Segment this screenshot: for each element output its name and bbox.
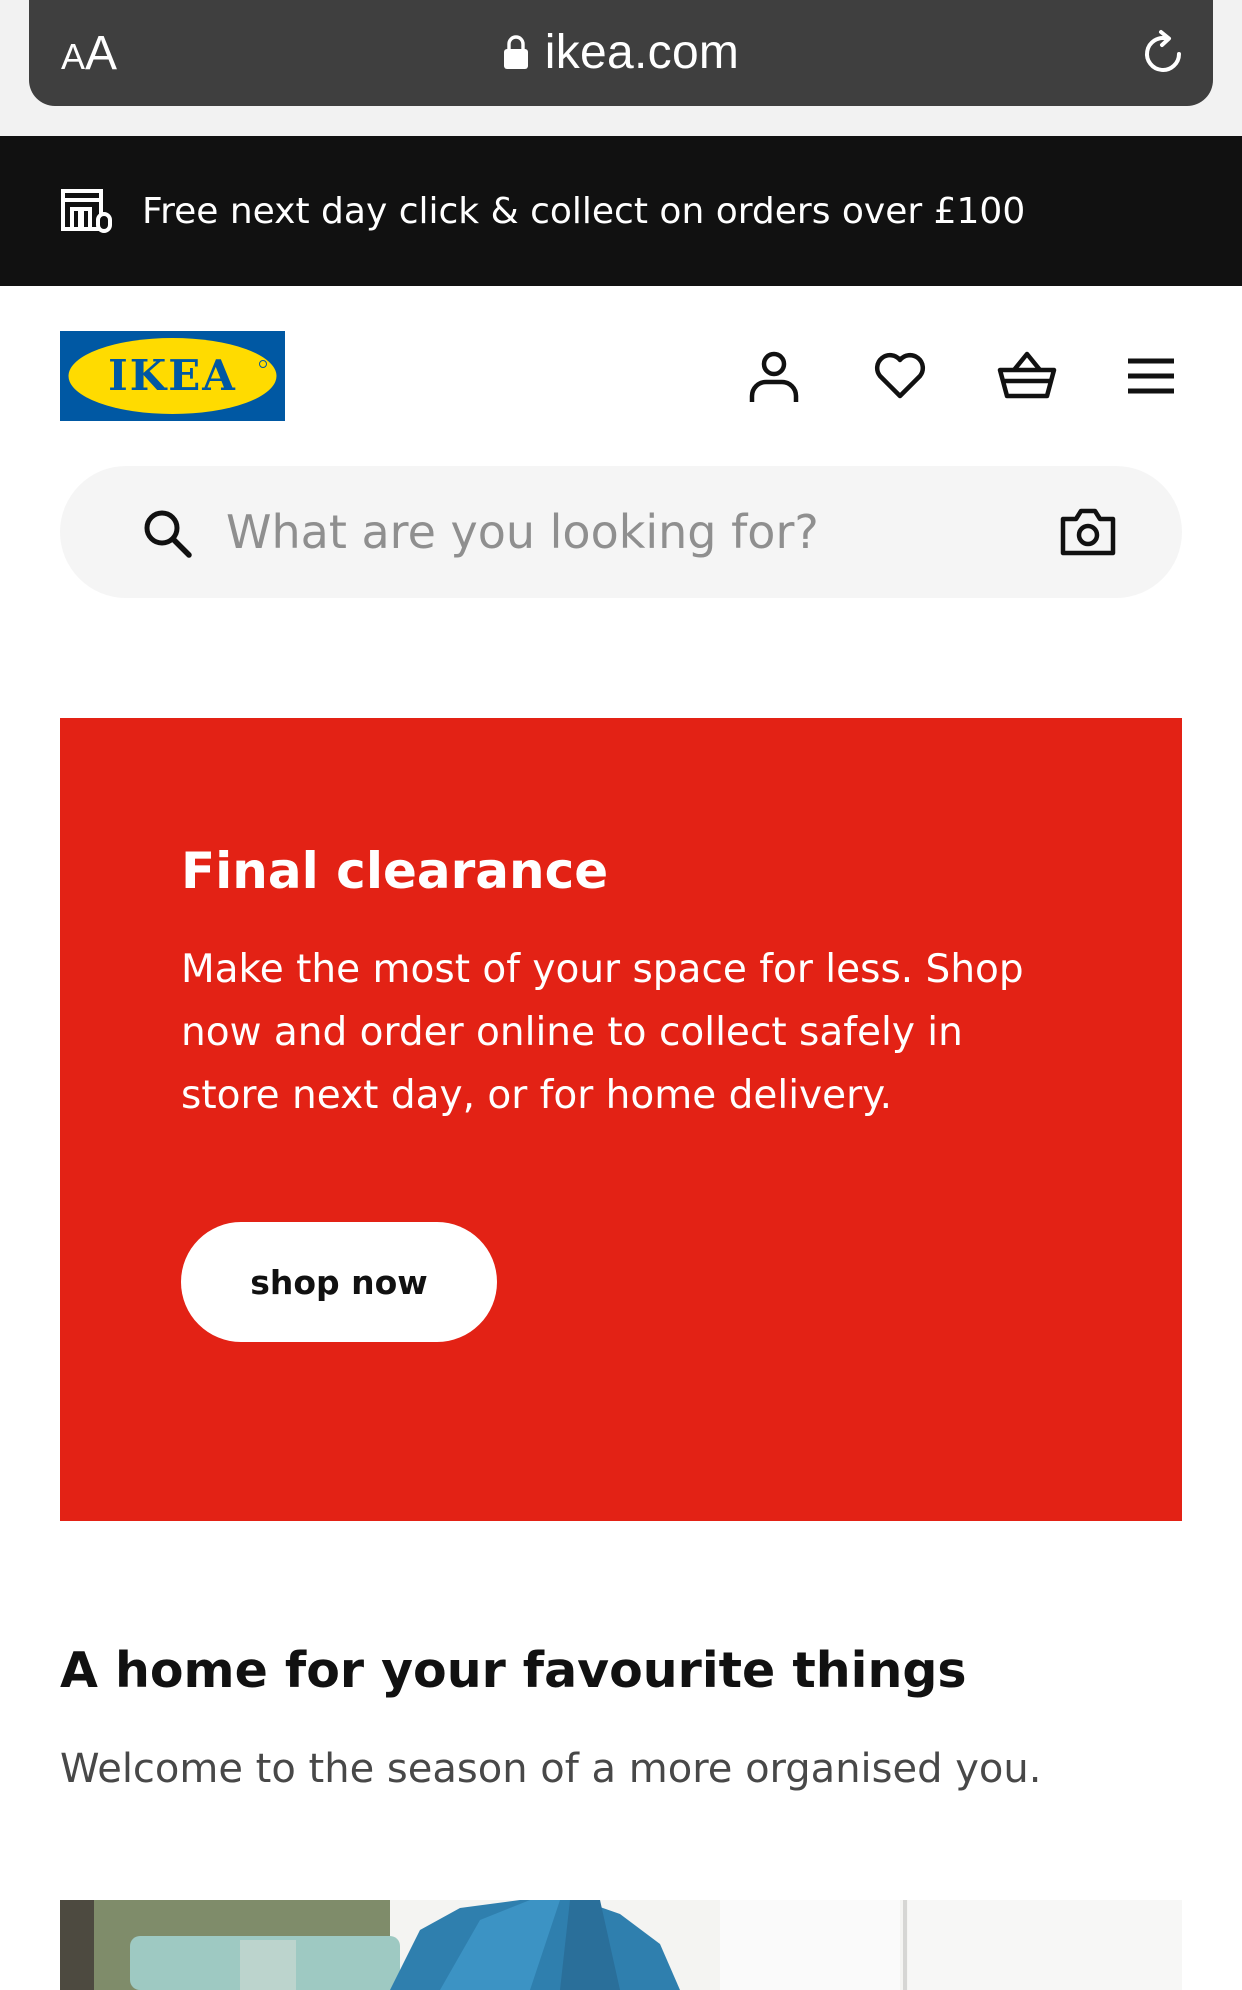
promo-bar[interactable]: Free next day click & collect on orders …	[0, 136, 1242, 286]
basket-icon[interactable]	[996, 348, 1058, 404]
menu-icon[interactable]	[1126, 348, 1176, 404]
lock-icon	[503, 35, 528, 69]
hero-body: Make the most of your space for less. Sh…	[181, 947, 1024, 1118]
section-title: A home for your favourite things	[60, 1642, 967, 1699]
camera-icon[interactable]	[1060, 506, 1116, 556]
search-input[interactable]	[226, 496, 906, 568]
shop-now-button[interactable]: shop now	[181, 1222, 497, 1342]
address-bar[interactable]: A A ikea.com	[29, 0, 1213, 106]
product-photo-image	[60, 1900, 1182, 1990]
reload-icon[interactable]	[1137, 28, 1189, 80]
url-display[interactable]: ikea.com	[29, 22, 1213, 82]
heart-icon[interactable]	[872, 348, 928, 404]
ikea-logo-text: IKEA	[108, 351, 237, 400]
hero-title: Final clearance	[181, 842, 609, 900]
store-pickup-icon	[61, 189, 112, 233]
section-subtitle: Welcome to the season of a more organise…	[60, 1746, 1042, 1792]
browser-chrome: A A ikea.com	[0, 0, 1242, 136]
promo-text: Free next day click & collect on orders …	[142, 190, 1026, 232]
url-text: ikea.com	[544, 25, 740, 79]
hero-banner: Final clearance Make the most of your sp…	[60, 718, 1182, 1521]
product-image[interactable]	[60, 1900, 1182, 1990]
search-icon[interactable]	[142, 508, 194, 560]
ikea-logo[interactable]: IKEA	[60, 331, 285, 421]
account-icon[interactable]	[746, 348, 802, 404]
search-bar[interactable]	[60, 466, 1182, 598]
